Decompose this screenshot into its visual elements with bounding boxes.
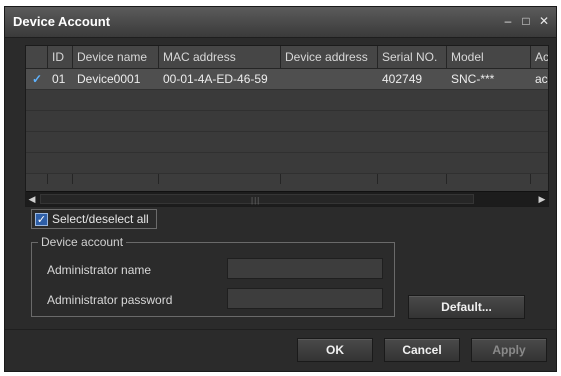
device-table[interactable]: ID Device name MAC address Device addres…: [25, 45, 549, 207]
table-row-empty: [26, 90, 548, 111]
cell-serial-no: 402749: [382, 72, 423, 86]
administrator-password-input[interactable]: [227, 288, 383, 309]
column-header-device-address[interactable]: Device address: [285, 50, 368, 64]
select-all-label: Select/deselect all: [52, 212, 149, 226]
column-header-mac-address[interactable]: MAC address: [163, 50, 236, 64]
administrator-name-input[interactable]: [227, 258, 383, 279]
cell-id: 01: [52, 72, 66, 86]
default-button[interactable]: Default...: [408, 295, 525, 319]
administrator-password-label: Administrator password: [47, 293, 173, 307]
maximize-icon[interactable]: □: [518, 13, 534, 29]
horizontal-scrollbar[interactable]: ◀ ||| ▶: [26, 191, 548, 206]
select-all-checkbox[interactable]: ✓ Select/deselect all: [31, 209, 157, 229]
device-account-legend: Device account: [38, 235, 127, 249]
close-icon[interactable]: ✕: [536, 13, 552, 29]
cell-mac-address: 00-01-4A-ED-46-59: [163, 72, 268, 86]
minimize-icon[interactable]: –: [500, 13, 516, 29]
cell-model: SNC-***: [451, 72, 495, 86]
column-header-ac[interactable]: Ac: [535, 50, 548, 64]
window-controls: – □ ✕: [500, 13, 552, 29]
scroll-right-icon[interactable]: ▶: [536, 192, 548, 206]
column-header-model[interactable]: Model: [451, 50, 484, 64]
apply-button[interactable]: Apply: [471, 338, 547, 362]
cell-ac: ac: [535, 72, 548, 86]
column-header-id[interactable]: ID: [52, 50, 64, 64]
table-row-empty: [26, 132, 548, 153]
checkbox-check-icon[interactable]: ✓: [35, 212, 48, 226]
device-account-dialog: Device Account – □ ✕ ID Device name MAC …: [4, 6, 557, 372]
title-bar: Device Account – □ ✕: [5, 7, 556, 38]
cancel-button[interactable]: Cancel: [384, 338, 460, 362]
grip-icon: |||: [251, 196, 261, 205]
footer-divider: [5, 329, 556, 330]
scroll-thumb[interactable]: |||: [40, 194, 474, 205]
cell-device-name: Device0001: [77, 72, 141, 86]
table-row-empty: [26, 153, 548, 174]
table-row-empty: [26, 111, 548, 132]
administrator-name-label: Administrator name: [47, 263, 152, 277]
row-check-icon[interactable]: ✓: [32, 72, 42, 86]
window-title: Device Account: [13, 14, 111, 29]
ok-button[interactable]: OK: [297, 338, 373, 362]
table-row[interactable]: ✓ 01 Device0001 00-01-4A-ED-46-59 402749…: [26, 69, 548, 90]
scroll-left-icon[interactable]: ◀: [26, 192, 38, 206]
column-header-serial-no[interactable]: Serial NO.: [382, 50, 437, 64]
column-header-device-name[interactable]: Device name: [77, 50, 147, 64]
